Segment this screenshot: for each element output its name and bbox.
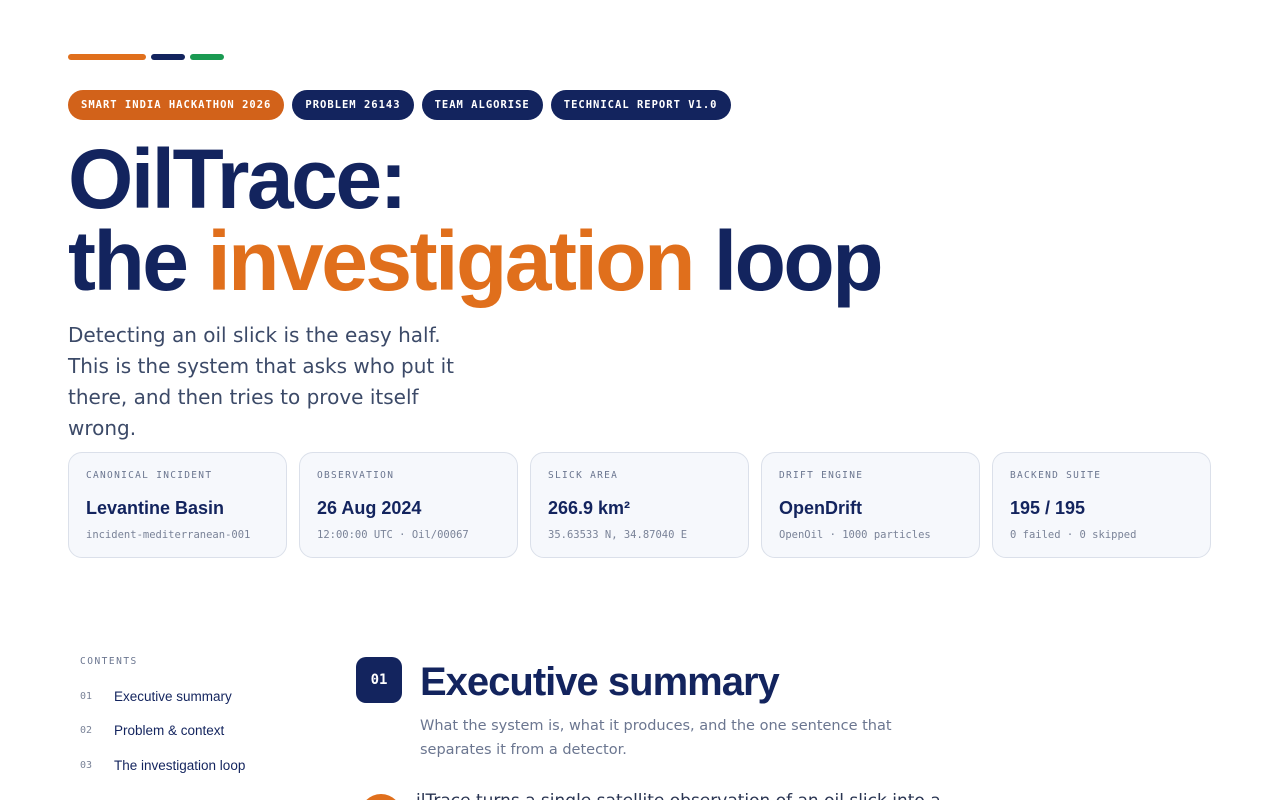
toc-item-number: 01 xyxy=(80,690,93,702)
card-sub: incident-mediterranean-001 xyxy=(86,529,251,541)
card-label: SLICK AREA xyxy=(548,470,619,481)
title-line-2: the investigation loop xyxy=(68,219,884,303)
toc-list: 01 Executive summary 02 Problem & contex… xyxy=(80,675,320,787)
toc-item-label: The investigation loop xyxy=(114,757,246,773)
card-label: OBSERVATION xyxy=(317,470,395,481)
card-value: 26 Aug 2024 xyxy=(317,498,422,518)
tag-report-version: TECHNICAL REPORT V1.0 xyxy=(550,90,731,120)
accent-bar-navy xyxy=(151,54,185,60)
card-value: Levantine Basin xyxy=(86,498,225,518)
tag-team: TEAM ALGORISE xyxy=(421,90,543,120)
toc-item-investigation-loop[interactable]: 03 The investigation loop xyxy=(80,744,320,787)
toc-item-number: 03 xyxy=(80,759,93,771)
stat-card-incident: CANONICAL INCIDENT Levantine Basin incid… xyxy=(68,452,287,558)
toc-item-number: 02 xyxy=(80,725,93,737)
card-sub: 12:00:00 UTC · Oil/00067 xyxy=(317,529,469,541)
stat-card-drift-engine: DRIFT ENGINE OpenDrift OpenOil · 1000 pa… xyxy=(761,452,980,558)
title-pre: the xyxy=(68,214,208,308)
title-line-1: OilTrace: xyxy=(68,132,408,226)
title-highlight: investigation xyxy=(207,214,695,308)
card-sub: 35.63533 N, 34.87040 E xyxy=(548,529,688,541)
section-number-badge: 01 xyxy=(356,657,402,703)
toc-item-label: Executive summary xyxy=(114,688,232,704)
card-label: DRIFT ENGINE xyxy=(779,470,864,481)
accent-bar-orange xyxy=(68,54,146,60)
stat-card-observation: OBSERVATION 26 Aug 2024 12:00:00 UTC · O… xyxy=(299,452,518,558)
table-of-contents: CONTENTS 01 Executive summary 02 Problem… xyxy=(80,656,320,787)
stat-card-slick-area: SLICK AREA 266.9 km² 35.63533 N, 34.8704… xyxy=(530,452,749,558)
page-title: OilTrace: the investigation loop xyxy=(68,132,884,303)
card-value: 266.9 km² xyxy=(548,498,631,518)
tag-problem: PROBLEM 26143 xyxy=(292,90,414,120)
report-page: SMART INDIA HACKATHON 2026 PROBLEM 26143… xyxy=(0,0,1280,800)
card-sub: 0 failed · 0 skipped xyxy=(1010,529,1137,541)
section-title: Executive summary xyxy=(420,660,780,704)
stat-card-backend-suite: BACKEND SUITE 195 / 195 0 failed · 0 ski… xyxy=(992,452,1211,558)
tag-hackathon: SMART INDIA HACKATHON 2026 xyxy=(68,90,285,120)
card-sub: OpenOil · 1000 particles xyxy=(779,529,931,541)
card-value: OpenDrift xyxy=(779,498,862,518)
toc-heading: CONTENTS xyxy=(80,656,138,667)
tag-row: SMART INDIA HACKATHON 2026 PROBLEM 26143… xyxy=(68,90,731,120)
accent-bar-green xyxy=(190,54,224,60)
drop-cap-circle xyxy=(360,794,402,800)
title-post: loop xyxy=(692,214,884,308)
card-value: 195 / 195 xyxy=(1010,498,1086,518)
stat-cards: CANONICAL INCIDENT Levantine Basin incid… xyxy=(68,452,1211,558)
section-description: What the system is, what it produces, an… xyxy=(420,718,892,758)
card-label: CANONICAL INCIDENT xyxy=(86,470,213,481)
body-paragraph: ilTrace turns a single satellite observa… xyxy=(416,788,941,800)
toc-item-label: Problem & context xyxy=(114,723,225,739)
page-subtitle: Detecting an oil slick is the easy half.… xyxy=(68,323,455,440)
card-label: BACKEND SUITE xyxy=(1010,470,1102,481)
